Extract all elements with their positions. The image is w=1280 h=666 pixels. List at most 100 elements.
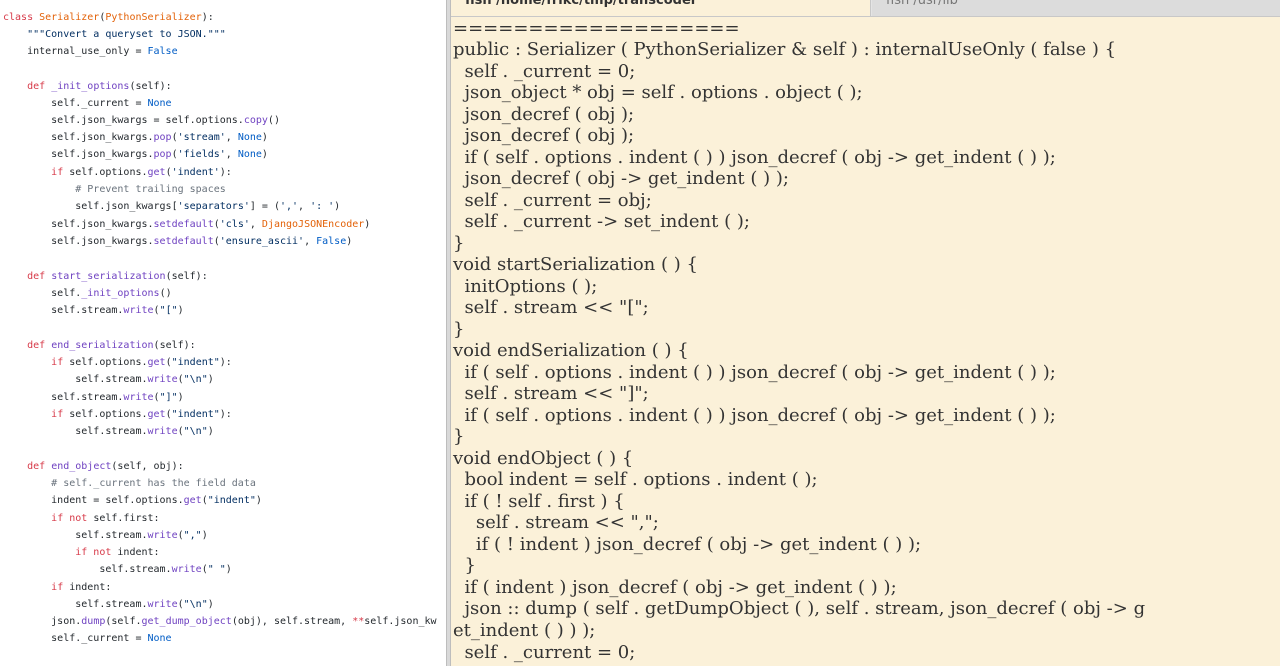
tab-transcoder[interactable]: fish /home/frikc/tmp/transcoder × (451, 0, 871, 16)
code-line-29: indent = self.options.get("indent") (3, 495, 262, 507)
code-line-37: self._current = None (3, 633, 172, 645)
code-line-2: """Convert a queryset to JSON.""" (3, 29, 226, 41)
terminal-line: void startSerialization ( ) { (453, 254, 698, 275)
token: ) (334, 201, 341, 212)
terminal-line: self . _current -> set_indent ( ); (453, 211, 750, 232)
token: (self, obj): (111, 461, 184, 472)
terminal-pane[interactable]: fish /home/frikc/tmp/transcoder × fish /… (451, 0, 1280, 666)
token: ): (201, 12, 214, 23)
code-line-7: self.json_kwargs = self.options.copy() (3, 115, 280, 127)
terminal-line: initOptions ( ); (453, 276, 598, 297)
token: "indent" (171, 357, 220, 368)
code-line-10: if self.options.get('indent'): (3, 167, 232, 179)
terminal-tab-bar: fish /home/frikc/tmp/transcoder × fish /… (451, 0, 1280, 17)
token: , (249, 219, 262, 230)
terminal-line: bool indent = self . options . indent ( … (453, 469, 818, 490)
token: indent: (69, 582, 112, 593)
token: self.json_kwargs. (3, 219, 154, 230)
terminal-line: if ( indent ) json_decref ( obj -> get_i… (453, 577, 897, 598)
token: 'stream' (177, 132, 226, 143)
token: def (27, 340, 52, 351)
terminal-line: } (453, 555, 476, 576)
python-source-pane: class Serializer(PythonSerializer): """C… (0, 0, 446, 666)
token: ** (352, 616, 365, 627)
terminal-line: json_object * obj = self . options . obj… (453, 82, 863, 103)
token: write (123, 392, 154, 403)
token: False (316, 236, 347, 247)
token: write (171, 564, 202, 575)
terminal-line: self . _current = obj; (453, 190, 652, 211)
token: end_object (51, 461, 112, 472)
token: get_dump_object (141, 616, 232, 627)
token: self._current = (3, 633, 148, 644)
tab-usr-lib[interactable]: fish /usr/lib (872, 0, 1280, 16)
terminal-line: json_decref ( obj ); (453, 125, 635, 146)
token: "indent" (207, 495, 256, 506)
token: ) (177, 392, 184, 403)
token: "]" (159, 392, 178, 403)
terminal-line: if ( self . options . indent ( ) ) json_… (453, 362, 1056, 383)
code-line-35: self.stream.write("\n") (3, 599, 214, 611)
terminal-line: if ( self . options . indent ( ) ) json_… (453, 405, 1056, 426)
token: self.options. (69, 409, 148, 420)
token: None (147, 633, 172, 644)
token: write (123, 305, 154, 316)
token: ) (255, 495, 262, 506)
token: "\n" (183, 374, 208, 385)
code-line-28: # self._current has the field data (3, 478, 256, 490)
token: "\n" (183, 599, 208, 610)
token: ] = ( (249, 201, 280, 212)
terminal-line: self . stream << "["; (453, 297, 649, 318)
code-line-17: self._init_options() (3, 288, 171, 300)
terminal-line: void endObject ( ) { (453, 448, 634, 469)
token: self.options. (69, 167, 148, 178)
code-line-13: self.json_kwargs.setdefault('cls', Djang… (3, 219, 370, 231)
token: pop (153, 149, 172, 160)
token: self.json_kwargs. (3, 236, 154, 247)
token: if (51, 357, 70, 368)
token: get (147, 167, 166, 178)
token: class (3, 12, 40, 23)
token: "," (183, 530, 202, 541)
terminal-line: } (453, 319, 465, 340)
token: self.options. (69, 357, 148, 368)
code-line-9: self.json_kwargs.pop('fields', None) (3, 149, 268, 161)
token: , (225, 132, 238, 143)
token: ) (225, 564, 232, 575)
token: 'ensure_ascii' (219, 236, 305, 247)
token: if not (75, 547, 118, 558)
token: Serializer (39, 12, 100, 23)
token: None (147, 98, 172, 109)
terminal-line: self . stream << ","; (453, 512, 659, 533)
token: ): (219, 409, 232, 420)
token: """Convert a queryset to JSON.""" (3, 29, 226, 40)
token: ) (207, 599, 214, 610)
tab-label: fish /home/frikc/tmp/transcoder (465, 0, 698, 8)
token: ) (207, 426, 214, 437)
code-line-16: def start_serialization(self): (3, 271, 208, 283)
code-line-20: def end_serialization(self): (3, 340, 196, 352)
token: _init_options (51, 81, 130, 92)
token: def (27, 271, 52, 282)
code-line-33: self.stream.write(" ") (3, 564, 232, 576)
code-line-11: # Prevent trailing spaces (3, 184, 226, 196)
code-line-30: if not self.first: (3, 513, 159, 525)
token: pop (153, 132, 172, 143)
terminal-line: self . _current = 0; (453, 61, 636, 82)
code-line-31: self.stream.write(",") (3, 530, 208, 542)
token: ) (261, 132, 268, 143)
code-line-36: json.dump(self.get_dump_object(obj), sel… (3, 616, 436, 628)
token: # self._current has the field data (3, 478, 256, 489)
terminal-line: if ( ! self . first ) { (453, 491, 625, 512)
token: internal_use_only = (3, 46, 148, 57)
token: , (304, 236, 317, 247)
token: 'indent' (171, 167, 220, 178)
code-line-25: self.stream.write("\n") (3, 426, 214, 438)
token: self.stream. (3, 426, 148, 437)
terminal-line: public : Serializer ( PythonSerializer &… (453, 39, 1117, 60)
token: indent = self.options. (3, 495, 184, 506)
token: self._current = (3, 98, 148, 109)
